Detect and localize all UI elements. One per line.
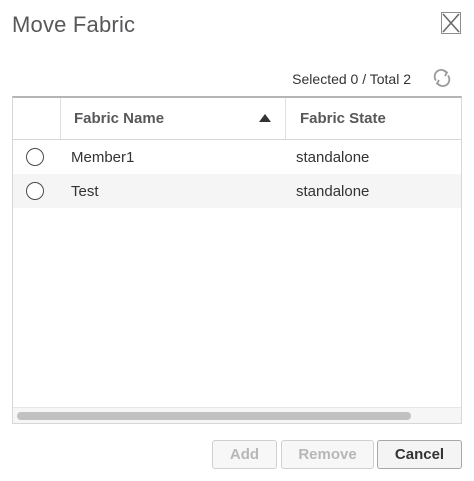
fabric-name-cell: Test [71, 182, 99, 200]
refresh-button[interactable] [431, 67, 453, 89]
fabric-state-cell: standalone [296, 182, 370, 200]
move-fabric-dialog: Move Fabric Selected 0 / Total 2 Fabric … [0, 0, 474, 481]
horizontal-scrollbar[interactable] [13, 407, 461, 423]
remove-button[interactable]: Remove [281, 440, 374, 469]
row-select-cell [13, 182, 61, 200]
dialog-title: Move Fabric [12, 12, 136, 37]
row-radio[interactable] [26, 148, 44, 166]
fabric-table: Fabric Name Fabric State Member1 standal… [12, 96, 462, 424]
row-select-cell [13, 148, 61, 166]
table-body: Member1 standalone Test standalone [13, 140, 461, 208]
fabric-name-cell: Member1 [71, 148, 135, 166]
sort-ascending-icon[interactable] [259, 114, 271, 122]
close-icon [442, 13, 460, 33]
header-fabric-state[interactable]: Fabric State [286, 98, 461, 139]
fabric-state-cell: standalone [296, 148, 370, 166]
header-fabric-name[interactable]: Fabric Name [61, 98, 286, 139]
close-button[interactable] [441, 12, 461, 34]
selection-count: Selected 0 / Total 2 [292, 71, 411, 87]
row-radio[interactable] [26, 182, 44, 200]
table-row[interactable]: Member1 standalone [13, 140, 461, 174]
header-fabric-name-label: Fabric Name [74, 110, 165, 127]
header-select-column [13, 98, 61, 139]
refresh-icon [433, 69, 451, 87]
header-fabric-state-label: Fabric State [300, 110, 386, 127]
table-row[interactable]: Test standalone [13, 174, 461, 208]
cancel-button[interactable]: Cancel [377, 440, 462, 469]
add-button[interactable]: Add [212, 440, 277, 469]
scrollbar-thumb[interactable] [17, 412, 411, 420]
table-header: Fabric Name Fabric State [13, 98, 461, 140]
